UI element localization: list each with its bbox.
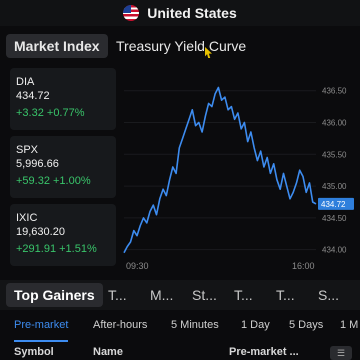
index-change: +59.32 +1.00%: [16, 175, 91, 187]
index-symbol: DIA: [16, 76, 35, 88]
chart-svg: 436.50 436.00 435.50 435.00 434.50 434.00 09:3…: [123, 86, 354, 271]
index-change: +291.91 +1.51%: [16, 243, 97, 255]
y-tick-label: 435.50: [322, 150, 347, 159]
tab-movers-3[interactable]: M...: [150, 280, 173, 310]
index-tabs: Market Index Treasury Yield Curve: [0, 30, 360, 60]
table-header: Symbol Name Pre-market ...: [0, 344, 360, 360]
tab-movers-4[interactable]: St...: [192, 280, 217, 310]
movers-tabs: Top Gainers T... M... St... T... T... S.…: [0, 280, 360, 310]
x-tick-label: 16:00: [292, 261, 315, 271]
tab-pre-market[interactable]: Pre-market: [14, 312, 69, 342]
column-settings-icon[interactable]: ☰: [330, 346, 352, 360]
index-price: 434.72: [16, 90, 50, 102]
index-price: 5,996.66: [16, 158, 59, 170]
tab-movers-2[interactable]: T...: [108, 280, 127, 310]
tab-movers-5[interactable]: T...: [234, 280, 253, 310]
country-name: United States: [147, 5, 237, 21]
index-card-dia[interactable]: DIA 434.72 +3.32 +0.77%: [10, 68, 116, 130]
tab-5-minutes[interactable]: 5 Minutes: [171, 312, 219, 340]
y-tick-label: 436.50: [322, 87, 347, 96]
column-name[interactable]: Name: [93, 346, 123, 358]
index-card-spx[interactable]: SPX 5,996.66 +59.32 +1.00%: [10, 136, 116, 198]
price-line: [123, 86, 317, 254]
last-price-label: 434.72: [321, 200, 346, 209]
tab-market-index[interactable]: Market Index: [6, 34, 108, 58]
y-tick-label: 435.00: [322, 182, 347, 191]
x-tick-label: 09:30: [126, 261, 149, 271]
column-symbol[interactable]: Symbol: [14, 346, 54, 358]
column-pre-market[interactable]: Pre-market ...: [229, 346, 299, 358]
tab-movers-7[interactable]: S...: [318, 280, 339, 310]
y-tick-label: 434.50: [322, 214, 347, 223]
y-tick-label: 434.00: [322, 246, 347, 255]
tab-movers-6[interactable]: T...: [276, 280, 295, 310]
country-selector[interactable]: United States: [0, 0, 360, 26]
tab-after-hours[interactable]: After-hours: [93, 312, 147, 340]
tab-5-days[interactable]: 5 Days: [289, 312, 323, 340]
tab-top-gainers[interactable]: Top Gainers: [6, 283, 103, 307]
y-tick-label: 436.00: [322, 119, 347, 128]
index-symbol: SPX: [16, 144, 39, 156]
intraday-chart[interactable]: 436.50 436.00 435.50 435.00 434.50 434.00 09:3…: [120, 70, 360, 275]
session-tabs: Pre-market After-hours 5 Minutes 1 Day 5…: [0, 312, 360, 342]
us-flag-icon: [123, 5, 140, 21]
index-symbol: IXIC: [16, 212, 38, 224]
tab-1-day[interactable]: 1 Day: [241, 312, 270, 340]
tab-1-month[interactable]: 1 M: [340, 312, 358, 340]
index-price: 19,630.20: [16, 226, 65, 238]
index-card-ixic[interactable]: IXIC 19,630.20 +291.91 +1.51%: [10, 204, 116, 266]
tab-treasury-yield-curve[interactable]: Treasury Yield Curve: [116, 34, 246, 58]
index-change: +3.32 +0.77%: [16, 107, 85, 119]
